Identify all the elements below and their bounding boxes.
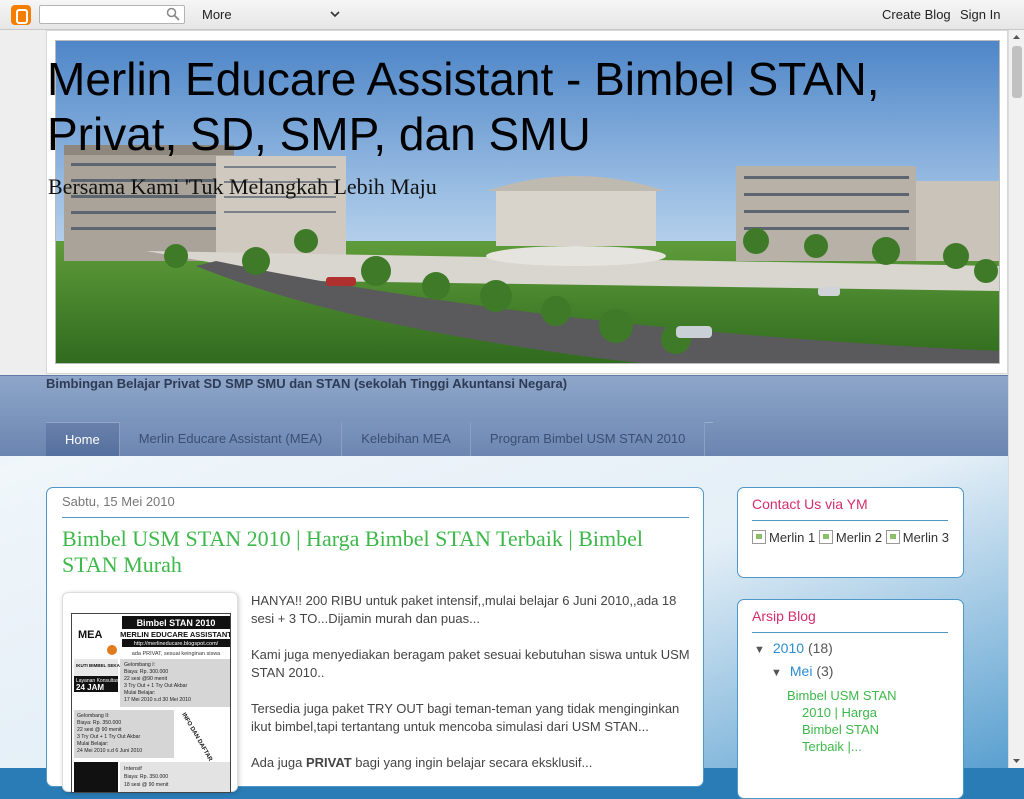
flyer-line-5: Mulai Belajar: — [124, 690, 155, 696]
flyer-line-6: 17 Mei 2010 s.d 30 Mei 2010 — [124, 697, 191, 703]
page-tabs: Home Merlin Educare Assistant (MEA) Kele… — [46, 422, 706, 456]
flyer-url: http://merlineducare.blogspot.com/ — [134, 641, 219, 647]
tab-program-bimbel[interactable]: Program Bimbel USM STAN 2010 — [470, 422, 706, 456]
post-date: Sabtu, 15 Mei 2010 — [62, 494, 175, 509]
widget-divider — [752, 632, 948, 633]
flyer-line-2: Biaya: Rp. 300.000 — [124, 669, 168, 675]
scrollbar-thumb[interactable] — [1012, 46, 1022, 98]
archive-year-row: ▼ 2010 (18) — [754, 640, 833, 656]
broken-image-icon — [752, 530, 766, 544]
search-icon[interactable] — [166, 7, 180, 21]
archive-year-link[interactable]: 2010 — [773, 640, 804, 656]
ym-status-list: Merlin 1 Merlin 2 Merlin 3 — [752, 530, 952, 546]
contact-widget-title: Contact Us via YM — [752, 496, 868, 512]
tab-home[interactable]: Home — [46, 422, 120, 456]
flyer-logo-icon — [107, 645, 117, 655]
contact-widget: Contact Us via YM Merlin 1 Merlin 2 Merl… — [737, 487, 964, 578]
blogger-navbar: More Create Blog Sign In — [0, 0, 1024, 30]
scroll-down-arrow-icon[interactable] — [1009, 754, 1024, 768]
flyer-brand: MERLIN EDUCARE ASSISTANT — [120, 630, 231, 639]
archive-widget: Arsip Blog ▼ 2010 (18) ▼ Mei (3) Bimbel US… — [737, 599, 964, 799]
more-label: More — [202, 7, 232, 22]
post-divider — [62, 517, 689, 518]
flyer-line2-3: 22 sesi @ 90 menit — [77, 727, 122, 733]
chevron-down-icon — [330, 11, 340, 18]
flyer-line2-5: Mulai Belajar: — [77, 741, 108, 747]
widget-divider — [752, 520, 948, 521]
ym-label: Merlin 2 — [835, 530, 883, 545]
flyer-line2-2: Biaya: Rp. 350.000 — [77, 720, 121, 726]
flyer-tagline: ada PRIVAT, sesuai keinginan siswa — [132, 651, 221, 657]
flyer-line2-6: 24 Mei 2010 s.d 6 Juni 2010 — [77, 748, 142, 754]
archive-year-count: (18) — [807, 640, 833, 656]
archive-month-link[interactable]: Mei — [790, 663, 813, 679]
archive-post-link[interactable]: Bimbel USM STAN 2010 | Harga Bimbel STAN… — [787, 687, 907, 755]
flyer-mea: MEA — [78, 629, 103, 641]
ym-link-merlin-1[interactable]: Merlin 1 — [752, 530, 815, 545]
blog-description: Bersama Kami 'Tuk Melangkah Lebih Maju — [48, 174, 437, 199]
page-scrollbar[interactable] — [1008, 30, 1024, 768]
ym-label: Merlin 1 — [769, 530, 816, 545]
collapse-toggle-icon[interactable]: ▼ — [771, 667, 782, 679]
post-paragraph-4: Ada juga PRIVAT bagi yang ingin belajar … — [251, 754, 691, 772]
ym-link-merlin-2[interactable]: Merlin 2 — [818, 530, 883, 545]
post-body: HANYA!! 200 RIBU untuk paket intensif,,m… — [251, 592, 691, 790]
flyer-heading: Bimbel STAN 2010 — [137, 618, 216, 628]
tagline-text: Bimbingan Belajar Privat SD SMP SMU dan … — [46, 376, 568, 391]
archive-month-row: ▼ Mei (3) — [771, 663, 833, 679]
search-input[interactable] — [39, 5, 185, 24]
archive-widget-title: Arsip Blog — [752, 608, 816, 624]
sign-in-link[interactable]: Sign In — [960, 7, 1000, 22]
flyer-line-4: 3 Try Out + 1 Try Out Akbar — [124, 683, 188, 689]
post-title[interactable]: Bimbel USM STAN 2010 | Harga Bimbel STAN… — [62, 526, 682, 578]
create-blog-link[interactable]: Create Blog — [882, 7, 951, 22]
post-paragraph-1: HANYA!! 200 RIBU untuk paket intensif,,m… — [251, 593, 677, 626]
flyer-line-3: 22 sesi @90 menit — [124, 676, 168, 682]
ym-label: Merlin 3 — [902, 530, 949, 545]
broken-image-icon — [818, 530, 833, 544]
flyer-hours: 24 JAM — [76, 683, 104, 692]
flyer-line2-4: 3 Try Out + 1 Try Out Akbar — [77, 734, 141, 740]
ym-link-merlin-3[interactable]: Merlin 3 — [885, 530, 949, 545]
scroll-up-arrow-icon[interactable] — [1009, 30, 1024, 44]
blog-title[interactable]: Merlin Educare Assistant - Bimbel STAN, … — [47, 52, 947, 162]
flyer-line-1: Gelombang I: — [124, 662, 155, 668]
archive-month-count: (3) — [816, 663, 834, 679]
broken-image-icon — [885, 530, 900, 544]
flyer-image[interactable]: MEA Bimbel STAN 2010 MERLIN EDUCARE ASSI… — [71, 613, 231, 793]
post-paragraph-2: Kami juga menyediakan beragam paket sesu… — [251, 647, 690, 680]
flyer-line2-1: Gelombang II: — [77, 713, 110, 719]
more-dropdown[interactable]: More — [202, 7, 342, 23]
collapse-toggle-icon[interactable]: ▼ — [754, 644, 765, 656]
blog-post: Sabtu, 15 Mei 2010 Bimbel USM STAN 2010 … — [46, 487, 704, 793]
post-paragraph-3: Tersedia juga paket TRY OUT bagi teman-t… — [251, 701, 680, 734]
blogger-logo-icon[interactable] — [11, 5, 31, 25]
flyer-intensif: Intensif — [124, 766, 142, 772]
tab-kelebihan-mea[interactable]: Kelebihan MEA — [342, 422, 471, 456]
tab-mea[interactable]: Merlin Educare Assistant (MEA) — [119, 422, 343, 456]
flyer-intensif-sesi: 18 sesi @ 90 menit — [124, 782, 169, 788]
flyer-intensif-price: Biaya: Rp. 350.000 — [124, 774, 168, 780]
post-image-frame: MEA Bimbel STAN 2010 MERLIN EDUCARE ASSI… — [62, 592, 238, 793]
